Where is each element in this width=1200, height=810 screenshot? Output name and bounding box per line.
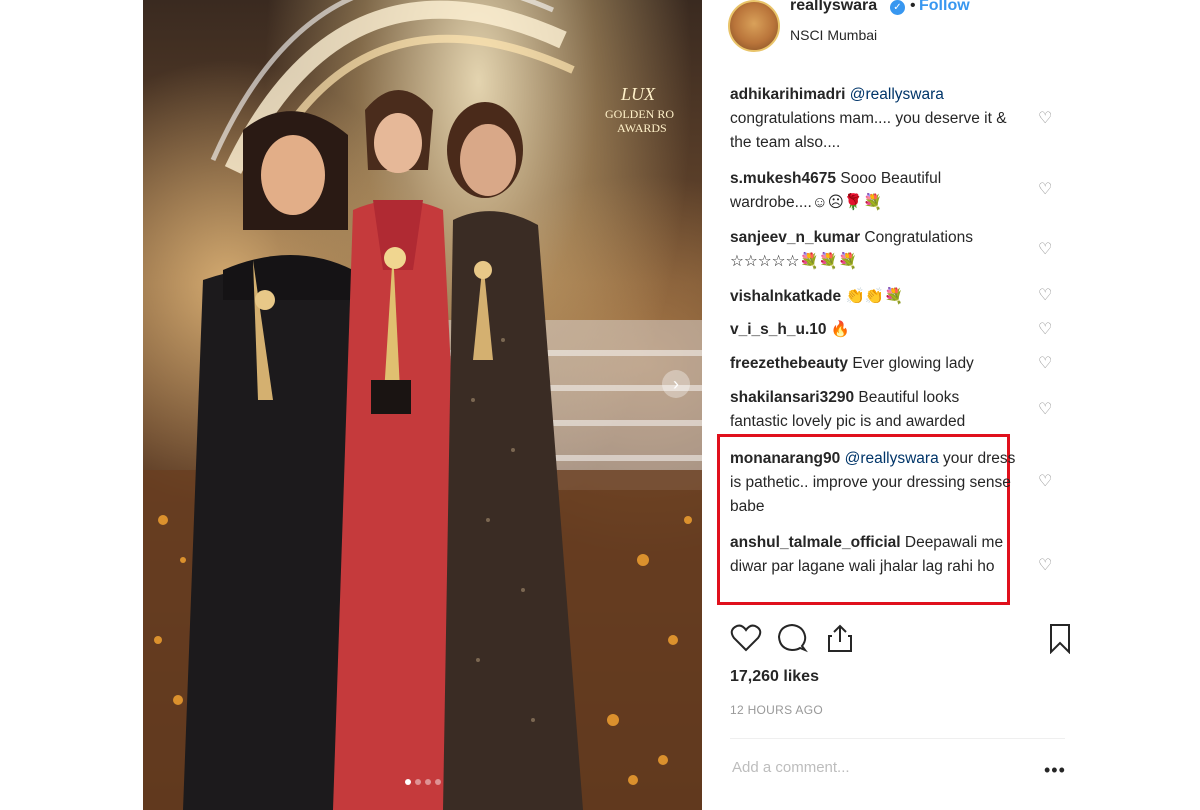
comment-user[interactable]: sanjeev_n_kumar (730, 229, 860, 246)
add-comment-input[interactable] (730, 758, 1024, 777)
awards-photo-illustration: LUX GOLDEN RO AWARDS (143, 0, 702, 810)
avatar[interactable] (728, 0, 780, 52)
comment-user[interactable]: anshul_talmale_official (730, 534, 901, 551)
like-comment-heart-icon[interactable]: ♡ (1038, 322, 1054, 338)
like-comment-heart-icon[interactable]: ♡ (1038, 474, 1054, 490)
stage-sign-line-3: AWARDS (617, 121, 667, 135)
divider (730, 738, 1065, 739)
carousel-dots (143, 772, 702, 790)
like-comment-heart-icon[interactable]: ♡ (1038, 558, 1054, 574)
carousel-next-button[interactable]: › (662, 370, 690, 398)
verified-badge-icon: ✓ (890, 0, 905, 15)
comment-text: congratulations mam.... you deserve it &… (730, 110, 1007, 151)
comment-text: 👏👏💐 (845, 288, 904, 305)
like-comment-heart-icon[interactable]: ♡ (1038, 356, 1054, 372)
comment-user[interactable]: adhikarihimadri (730, 86, 845, 103)
post-sidebar: reallyswara ✓ • Follow NSCI Mumbai adhik… (702, 0, 1070, 810)
bookmark-icon[interactable] (1044, 622, 1076, 654)
comment-text: Ever glowing lady (852, 355, 974, 372)
comment-item: anshul_talmale_official Deepawali me diw… (730, 531, 1020, 579)
share-icon[interactable] (824, 622, 856, 654)
separator-dot: • (910, 0, 916, 14)
carousel-dot (424, 779, 431, 785)
comment-user[interactable]: s.mukesh4675 (730, 170, 836, 187)
comment-item: sanjeev_n_kumar Congratulations ☆☆☆☆☆💐💐💐 (730, 226, 1020, 274)
post-timestamp: 12 HOURS AGO (730, 703, 823, 717)
carousel-dot (414, 779, 421, 785)
comment-item: freezethebeauty Ever glowing lady (730, 352, 1020, 376)
like-comment-heart-icon[interactable]: ♡ (1038, 182, 1054, 198)
likes-count[interactable]: 17,260 likes (730, 668, 819, 686)
stage-sign-line-1: LUX (620, 84, 656, 104)
post-username[interactable]: reallyswara (790, 0, 877, 15)
post-location[interactable]: NSCI Mumbai (790, 27, 877, 43)
comment-item: v_i_s_h_u.10 🔥 (730, 318, 1020, 342)
carousel-dot (434, 779, 441, 785)
comment-icon[interactable] (776, 622, 808, 654)
heart-icon[interactable] (730, 622, 762, 654)
comment-item: monanarang90 @reallyswara your dress is … (730, 447, 1020, 519)
comment-item: adhikarihimadri @reallyswara congratulat… (730, 83, 1020, 155)
follow-button[interactable]: Follow (919, 0, 970, 15)
comment-user[interactable]: freezethebeauty (730, 355, 848, 372)
carousel-dot (404, 779, 411, 785)
comment-user[interactable]: shakilansari3290 (730, 389, 854, 406)
comment-item: vishalnkatkade 👏👏💐 (730, 285, 1020, 309)
like-comment-heart-icon[interactable]: ♡ (1038, 402, 1054, 418)
stage-sign-line-2: GOLDEN RO (605, 107, 674, 121)
post-header: reallyswara ✓ • Follow NSCI Mumbai (702, 0, 1065, 60)
comment-user[interactable]: vishalnkatkade (730, 288, 841, 305)
comment-mention[interactable]: @reallyswara (850, 86, 944, 103)
like-comment-heart-icon[interactable]: ♡ (1038, 288, 1054, 304)
comment-item: s.mukesh4675 Sooo Beautiful wardrobe....… (730, 167, 1020, 215)
post-image[interactable]: LUX GOLDEN RO AWARDS › (143, 0, 702, 810)
comment-text: 🔥 (830, 321, 851, 338)
comment-user[interactable]: monanarang90 (730, 450, 840, 467)
like-comment-heart-icon[interactable]: ♡ (1038, 111, 1054, 127)
more-options-icon[interactable]: ••• (1044, 760, 1066, 781)
comment-user[interactable]: v_i_s_h_u.10 (730, 321, 827, 338)
comment-item: shakilansari3290 Beautiful looks fantast… (730, 386, 1020, 434)
comment-mention[interactable]: @reallyswara (845, 450, 939, 467)
like-comment-heart-icon[interactable]: ♡ (1038, 242, 1054, 258)
